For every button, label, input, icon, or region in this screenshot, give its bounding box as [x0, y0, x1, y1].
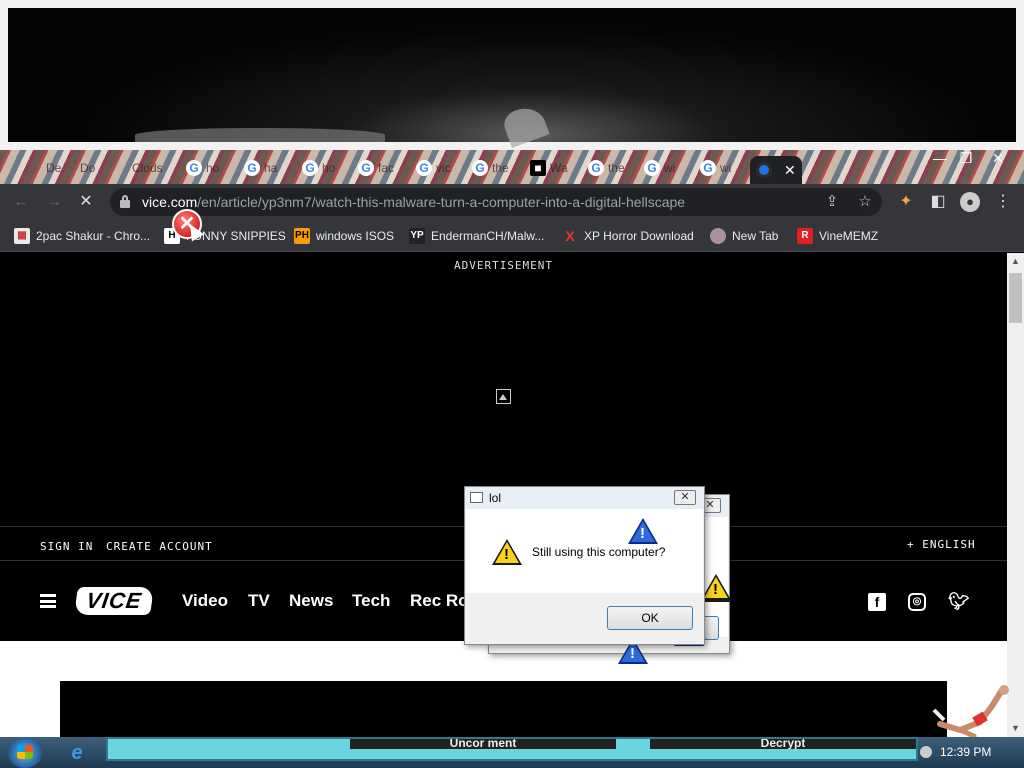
window-close-icon[interactable]: ✕ — [988, 150, 1008, 168]
address-bar[interactable]: vice.com/en/article/yp3nm7/watch-this-ma… — [110, 188, 882, 216]
sign-in-link[interactable]: SIGN IN — [40, 540, 93, 553]
ph-icon: PH — [294, 228, 310, 244]
tab[interactable]: Gwi — [638, 156, 675, 180]
system-clock[interactable]: 12:39 PM — [940, 745, 991, 759]
ok-button[interactable]: OK — [607, 606, 693, 630]
dialog-message: Still using this computer? — [532, 545, 666, 559]
twitter-icon[interactable]: 🐦︎ — [948, 593, 970, 611]
glitched-video-window — [0, 0, 1024, 150]
side-panel-icon[interactable]: ◧ — [928, 192, 948, 212]
nav-link-rec-room[interactable]: Rec Ro — [410, 591, 469, 611]
google-icon: G — [644, 160, 660, 176]
instagram-icon[interactable]: ◎ — [908, 593, 926, 611]
site-icon: ■ — [530, 160, 546, 176]
profile-avatar-icon[interactable]: ● — [960, 192, 980, 212]
tab[interactable]: De — [40, 156, 61, 180]
tab[interactable]: Gha — [238, 156, 277, 180]
browser-tab-strip: De Do Clods Gho Gha Gho Gfac Gvic Gthe ■… — [0, 150, 1024, 184]
desktop-screen: De Do Clods Gho Gha Gho Gfac Gvic Gthe ■… — [0, 0, 1024, 768]
dancing-figure-sprite — [932, 685, 1009, 738]
warning-icon — [701, 574, 731, 600]
taskbar-button[interactable]: Decrypt — [650, 739, 916, 749]
vice-favicon-icon — [756, 162, 772, 178]
taskbar-window-strip: Uncor ment Decrypt — [106, 737, 918, 761]
tab[interactable]: Do — [74, 156, 95, 180]
stop-loading-icon[interactable]: ✕ — [77, 193, 95, 211]
minimize-icon[interactable]: — — [930, 150, 950, 168]
tray-icon[interactable] — [920, 746, 932, 758]
page-scrollbar[interactable]: ▲ ▼ — [1007, 253, 1024, 737]
tab[interactable]: Gho — [180, 156, 219, 180]
bookmarks-bar: ▦ 2pac Shakur - Chro... H FUNNY SNIPPIES P… — [0, 220, 1024, 252]
scroll-thumb[interactable] — [1009, 273, 1022, 323]
advertisement-label: ADVERTISEMENT — [453, 259, 554, 272]
windows-taskbar: e Uncor ment Decrypt 12:39 PM — [0, 737, 1024, 768]
tab[interactable]: Gvic — [410, 156, 451, 180]
google-icon: G — [472, 160, 488, 176]
scroll-up-icon[interactable]: ▲ — [1007, 253, 1024, 270]
calendar-icon: ▦ — [14, 228, 30, 244]
close-tab-icon[interactable]: ✕ — [784, 162, 796, 179]
google-icon: G — [700, 160, 716, 176]
menu-kebab-icon[interactable]: ⋮ — [993, 192, 1013, 212]
nav-link-news[interactable]: News — [289, 591, 333, 611]
nav-link-tv[interactable]: TV — [248, 591, 270, 611]
internet-explorer-icon[interactable]: e — [66, 742, 88, 764]
video-artifact — [135, 128, 385, 142]
tab[interactable]: Gwi — [694, 156, 731, 180]
yp-icon: YP — [409, 228, 425, 244]
warning-icon — [628, 518, 658, 544]
create-account-link[interactable]: CREATE ACCOUNT — [106, 540, 213, 553]
url-text[interactable]: vice.com/en/article/yp3nm7/watch-this-ma… — [142, 194, 685, 210]
lock-icon[interactable] — [120, 195, 130, 208]
dialog-title: lol — [489, 491, 502, 505]
bookmark-item[interactable]: X XP Horror Download — [562, 226, 694, 246]
warning-icon — [492, 539, 522, 565]
broken-image-icon — [496, 389, 511, 404]
article-media-block — [60, 681, 947, 737]
globe-icon — [710, 228, 726, 244]
forward-arrow-icon[interactable]: → — [45, 193, 63, 211]
bookmark-item[interactable]: R VineMEMZ — [797, 226, 878, 246]
taskbar-button[interactable]: Uncor ment — [350, 739, 616, 749]
hamburger-menu-icon[interactable] — [40, 594, 56, 608]
r-icon: R — [797, 228, 813, 244]
dialog-footer: OK — [466, 593, 703, 643]
tab[interactable]: Gthe — [582, 156, 625, 180]
windows-logo-icon — [17, 745, 33, 759]
tab[interactable]: Gthe — [466, 156, 509, 180]
google-icon: G — [588, 160, 604, 176]
share-icon[interactable]: ⇪ — [822, 192, 842, 212]
star-bookmark-icon[interactable]: ☆ — [855, 192, 875, 212]
google-icon: G — [244, 160, 260, 176]
restore-icon[interactable]: ❐ — [956, 150, 976, 168]
language-selector[interactable]: + ENGLISH — [907, 538, 976, 551]
bookmark-item[interactable]: ▦ 2pac Shakur - Chro... — [14, 226, 150, 246]
facebook-icon[interactable]: f — [868, 593, 886, 611]
bookmark-item[interactable]: PH windows ISOS — [294, 226, 394, 246]
browser-toolbar: ← → ✕ vice.com/en/article/yp3nm7/watch-t… — [0, 184, 1024, 220]
nav-link-tech[interactable]: Tech — [352, 591, 390, 611]
google-icon: G — [358, 160, 374, 176]
google-icon: G — [302, 160, 318, 176]
bookmark-item[interactable]: New Tab — [710, 226, 778, 246]
dialog-body: Still using this computer? — [466, 509, 703, 593]
tab[interactable]: ■ Wa — [524, 156, 568, 180]
extensions-puzzle-icon[interactable]: ✦ — [896, 192, 916, 212]
dialog-close-icon[interactable]: ✕ — [674, 490, 696, 505]
app-icon — [470, 492, 483, 503]
bookmark-item[interactable]: YP EndermanCH/Malw... — [409, 226, 544, 246]
x-icon: X — [565, 228, 575, 244]
google-icon: G — [416, 160, 432, 176]
nav-link-video[interactable]: Video — [182, 591, 228, 611]
tab[interactable]: Gfac — [352, 156, 394, 180]
vice-logo[interactable]: VICE — [74, 587, 154, 615]
google-icon: G — [186, 160, 202, 176]
message-dialog: lol ✕ Still using this computer? OK — [464, 486, 705, 645]
tab-active[interactable]: ✕ — [750, 156, 802, 184]
tab[interactable]: Clods — [126, 156, 163, 180]
tab[interactable]: Gho — [296, 156, 335, 180]
dialog-titlebar: lol — [465, 487, 704, 509]
back-arrow-icon[interactable]: ← — [12, 193, 30, 211]
